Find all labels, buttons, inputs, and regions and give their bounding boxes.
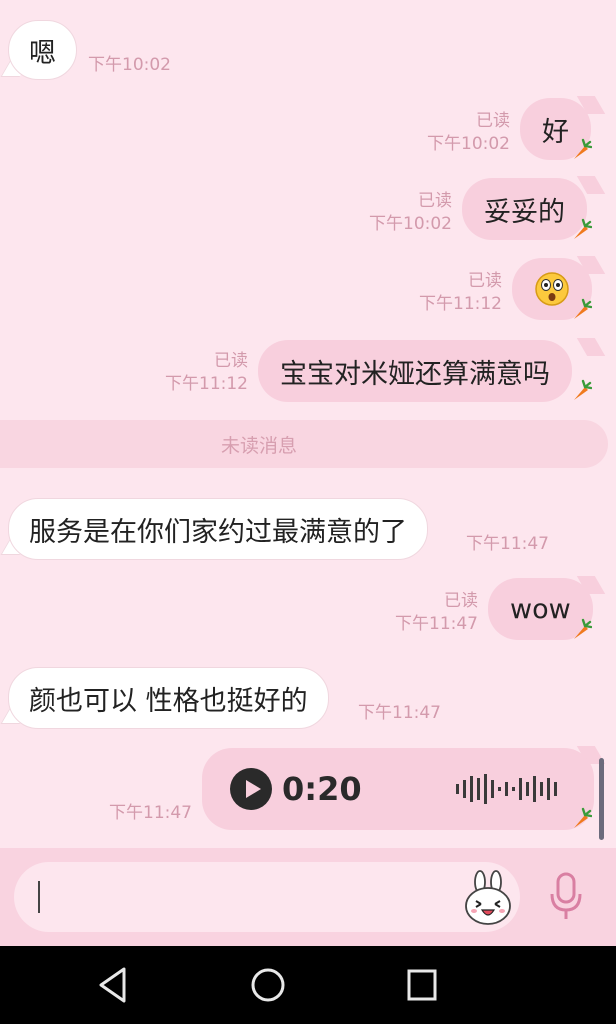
text-cursor xyxy=(38,881,40,913)
unread-divider: 未读消息 xyxy=(0,420,608,468)
shocked-face-icon xyxy=(535,272,569,306)
read-receipt: 已读 xyxy=(418,191,452,211)
message-bubble-incoming[interactable]: 服务是在你们家约过最满意的了 xyxy=(8,498,428,560)
read-receipt: 已读 xyxy=(468,271,502,291)
carrot-icon xyxy=(574,218,592,239)
unread-divider-label: 未读消息 xyxy=(220,434,297,457)
carrot-icon xyxy=(574,138,592,159)
back-icon[interactable] xyxy=(96,966,130,1004)
system-navigation-bar xyxy=(0,946,616,1024)
message-time: 下午11:47 xyxy=(395,614,478,634)
bunny-sticker-icon[interactable] xyxy=(462,870,514,926)
message-time: 下午11:12 xyxy=(165,374,248,394)
message-text: 妥妥的 xyxy=(484,196,565,228)
message-meta: 已读 下午10:02 xyxy=(427,110,510,156)
waveform-icon xyxy=(456,774,557,804)
message-time: 下午10:02 xyxy=(369,214,452,234)
message-meta: 已读 下午11:12 xyxy=(165,350,248,396)
message-time: 下午10:02 xyxy=(427,134,510,154)
read-receipt: 已读 xyxy=(476,111,510,131)
message-meta: 已读 下午11:12 xyxy=(419,270,502,316)
message-text: 好 xyxy=(542,116,569,148)
voice-message-bubble[interactable]: 0:20 xyxy=(202,748,594,830)
message-bubble-outgoing[interactable]: 妥妥的 xyxy=(462,178,587,240)
message-bubble-incoming[interactable]: 颜也可以 性格也挺好的 xyxy=(8,667,329,729)
message-time: 下午11:47 xyxy=(358,703,441,723)
message-meta: 已读 下午10:02 xyxy=(369,190,452,236)
microphone-icon[interactable] xyxy=(548,872,584,922)
input-bar xyxy=(0,848,616,946)
scrollbar[interactable] xyxy=(599,758,604,840)
message-text: 嗯 xyxy=(29,37,56,69)
message-meta: 已读 下午11:47 xyxy=(395,590,478,636)
message-time: 下午11:47 xyxy=(109,803,192,823)
message-text: 服务是在你们家约过最满意的了 xyxy=(29,516,407,548)
chat-area[interactable]: 嗯 下午10:02 已读 下午10:02 好 已读 下午10:02 妥妥的 已读… xyxy=(0,0,616,848)
message-bubble-outgoing[interactable]: 宝宝对米娅还算满意吗 xyxy=(258,340,572,402)
home-icon[interactable] xyxy=(249,966,287,1004)
message-input[interactable] xyxy=(14,862,520,932)
play-icon[interactable] xyxy=(230,768,272,810)
voice-duration: 0:20 xyxy=(282,770,362,808)
message-bubble-incoming[interactable]: 嗯 xyxy=(8,20,77,80)
carrot-icon xyxy=(574,618,592,639)
recent-apps-icon[interactable] xyxy=(406,966,438,1004)
message-text: 颜也可以 性格也挺好的 xyxy=(29,685,308,717)
carrot-icon xyxy=(574,379,592,400)
read-receipt: 已读 xyxy=(214,351,248,371)
carrot-icon xyxy=(574,807,592,828)
carrot-icon xyxy=(574,298,592,319)
message-text: 宝宝对米娅还算满意吗 xyxy=(280,358,550,390)
message-text: wow xyxy=(510,593,571,625)
message-time: 下午11:12 xyxy=(419,294,502,314)
message-time: 下午10:02 xyxy=(88,55,171,75)
bubble-tail xyxy=(576,338,606,356)
read-receipt: 已读 xyxy=(444,591,478,611)
message-time: 下午11:47 xyxy=(466,534,549,554)
